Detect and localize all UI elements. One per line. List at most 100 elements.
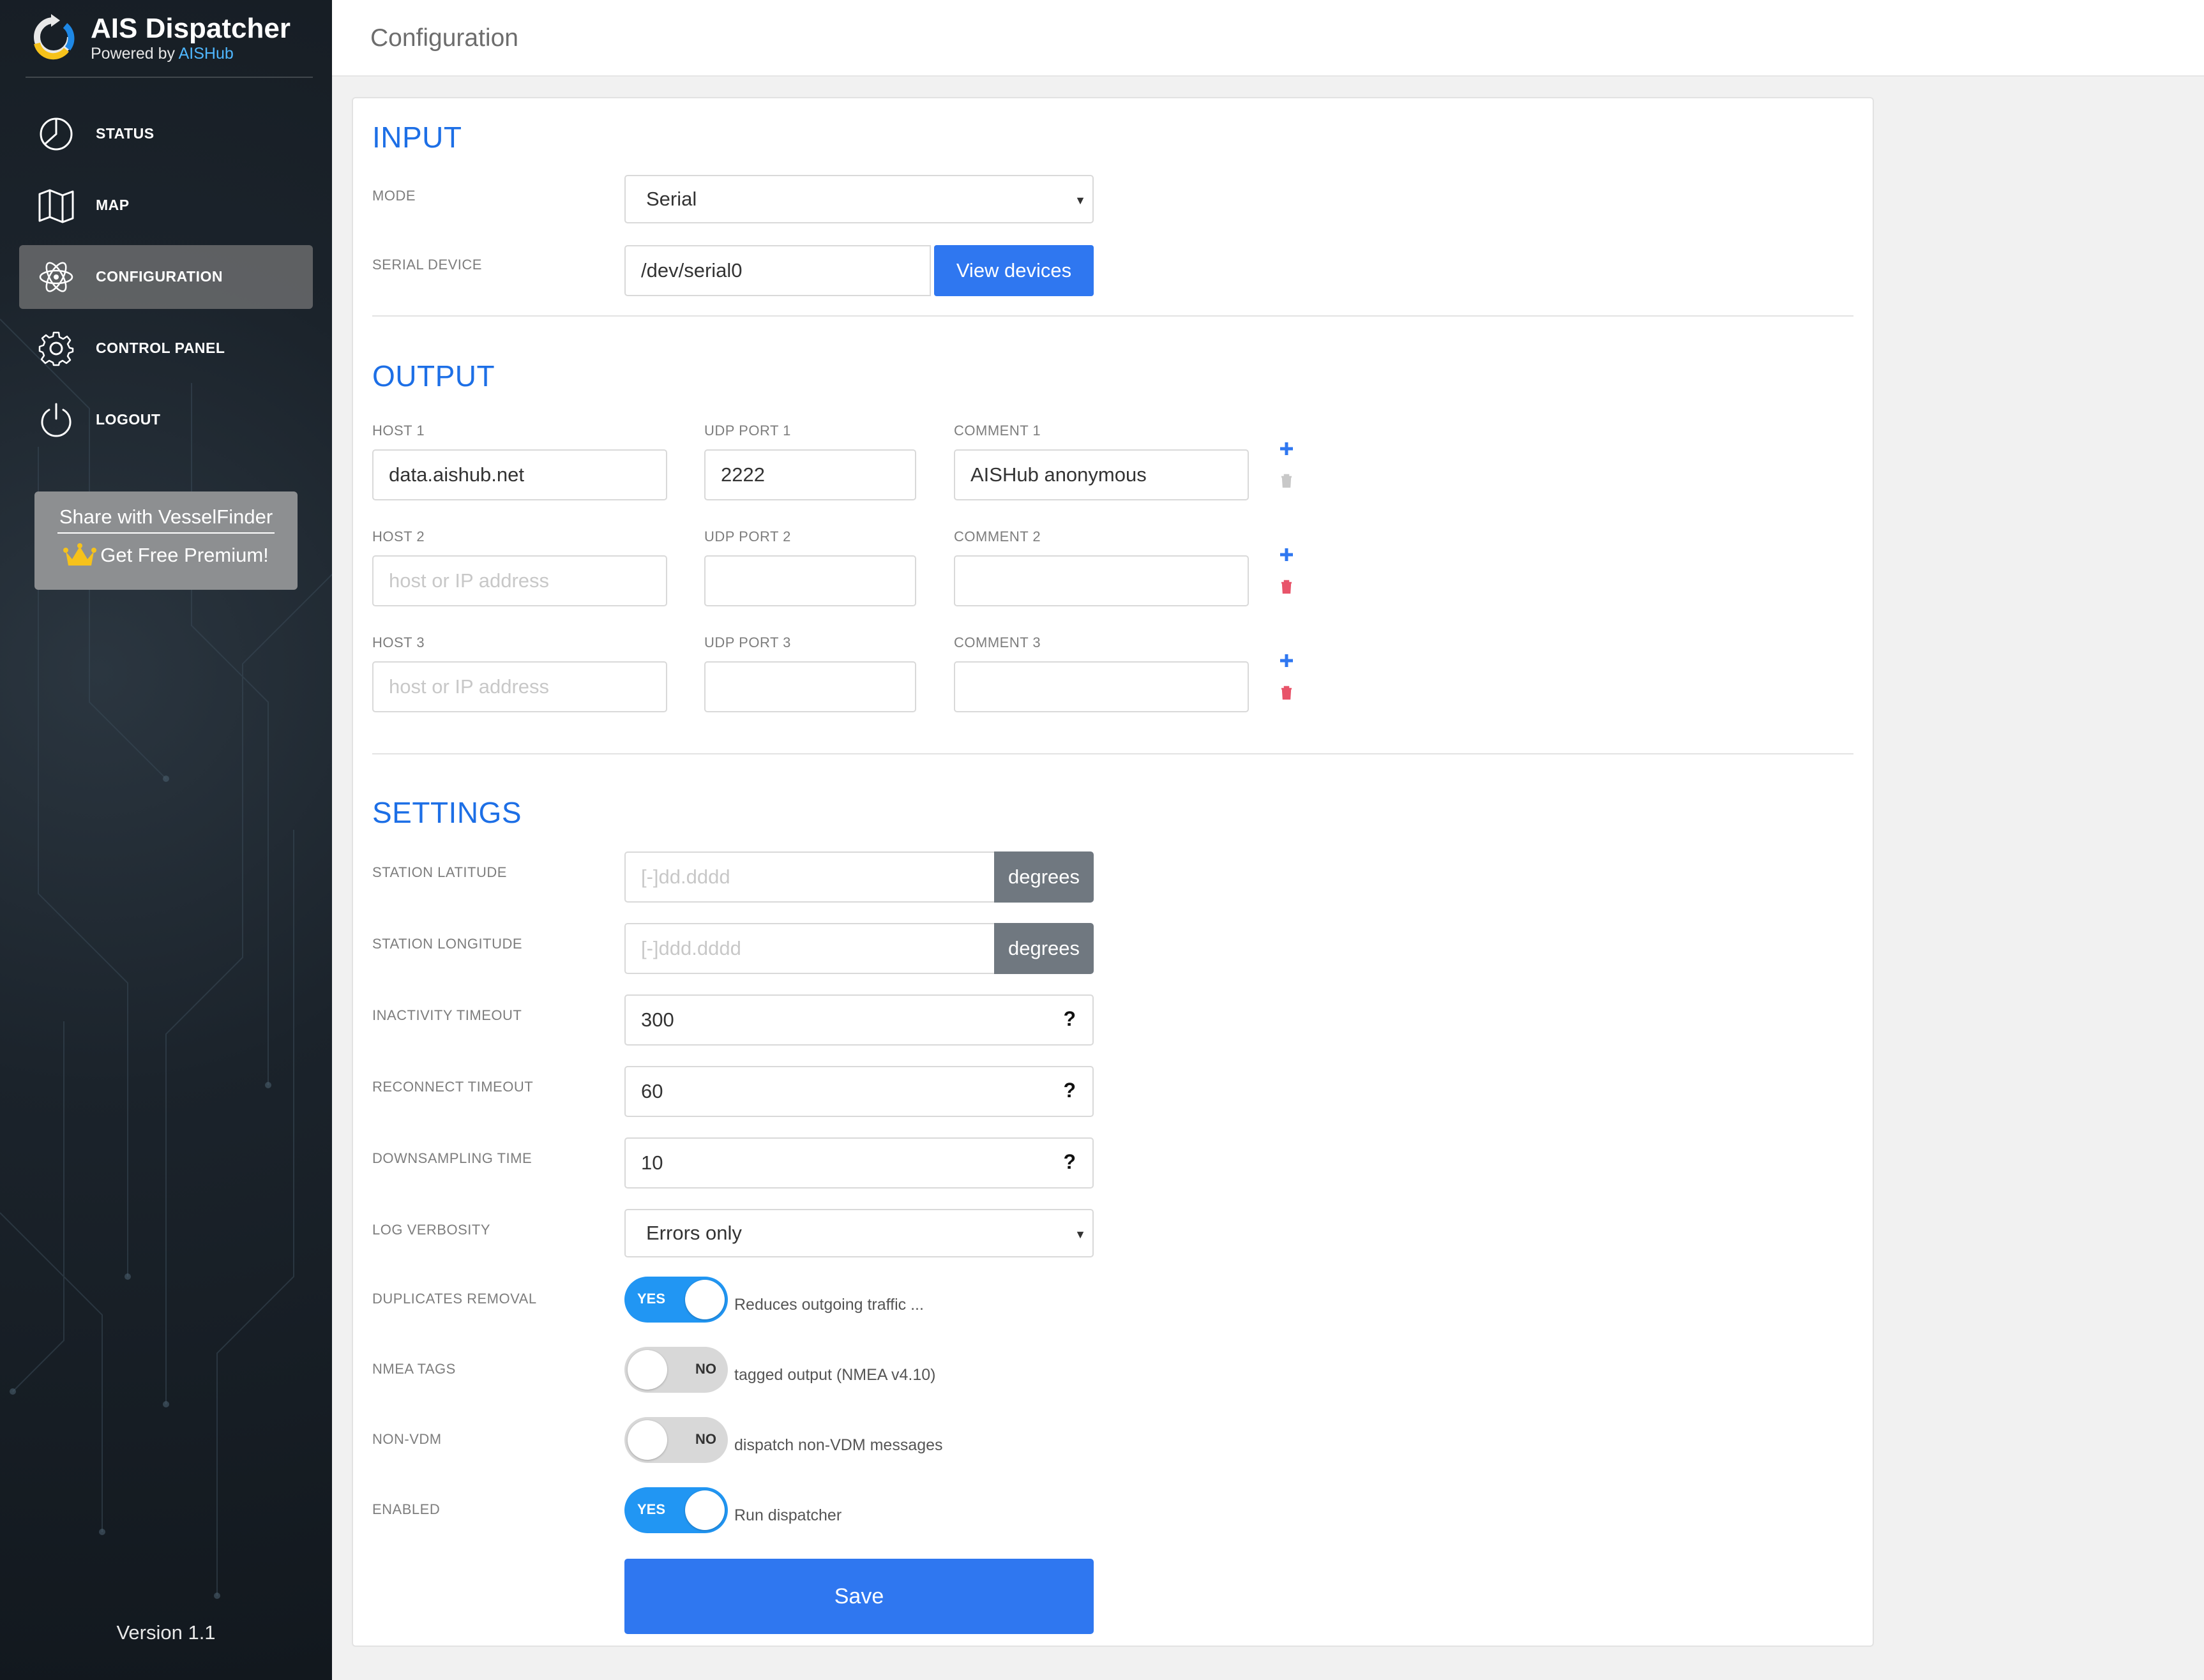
nmea-tags-label: NMEA TAGS <box>372 1361 456 1377</box>
udp-port-3-input[interactable] <box>704 661 916 712</box>
longitude-degrees-addon: degrees <box>994 923 1094 974</box>
udp-port-2-label: UDP PORT 2 <box>704 529 791 544</box>
help-question-icon[interactable]: ? <box>1063 1150 1076 1174</box>
udp-port-1-value: 2222 <box>721 463 765 486</box>
divider <box>372 753 1853 754</box>
inactivity-timeout-label: INACTIVITY TIMEOUT <box>372 1007 522 1023</box>
save-button[interactable]: Save <box>624 1559 1094 1634</box>
serial-device-label: SERIAL DEVICE <box>372 257 482 273</box>
input-section-title: INPUT <box>372 121 462 154</box>
toggle-state: YES <box>637 1291 666 1307</box>
settings-section-title: SETTINGS <box>372 796 522 829</box>
toggle-knob <box>685 1280 725 1319</box>
divider <box>372 315 1853 317</box>
log-verbosity-label: LOG VERBOSITY <box>372 1222 490 1238</box>
inactivity-timeout-input[interactable]: 300 ? <box>624 994 1094 1046</box>
toggle-state: NO <box>695 1361 716 1377</box>
caret-down-icon: ▼ <box>1075 194 1086 207</box>
serial-device-input[interactable]: /dev/serial0 <box>624 245 931 296</box>
delete-output-1-trash-icon[interactable] <box>1280 474 1293 488</box>
enabled-label: ENABLED <box>372 1501 441 1517</box>
delete-output-2-trash-icon[interactable] <box>1280 580 1293 594</box>
comment-2-label: COMMENT 2 <box>954 529 1041 544</box>
comment-3-input[interactable] <box>954 661 1249 712</box>
log-verbosity-value: Errors only <box>646 1222 742 1244</box>
toggle-knob <box>628 1350 667 1390</box>
share-vesselfinder-button[interactable]: Share with VesselFinder Get Free Premium… <box>34 491 298 590</box>
station-longitude-placeholder: [-]ddd.dddd <box>641 937 741 959</box>
udp-port-1-input[interactable]: 2222 <box>704 449 916 500</box>
power-icon <box>41 403 72 437</box>
host-2-input[interactable]: host or IP address <box>372 555 667 606</box>
sidebar: AIS Dispatcher Powered by AISHub STATUS … <box>0 0 332 1680</box>
mode-select[interactable]: Serial ▼ <box>624 175 1094 223</box>
add-output-2-plus-icon[interactable] <box>1278 546 1295 563</box>
non-vdm-toggle[interactable]: NO <box>624 1417 728 1463</box>
sidebar-item-configuration[interactable]: CONFIGURATION <box>19 245 313 309</box>
delete-output-3-trash-icon[interactable] <box>1280 686 1293 700</box>
station-latitude-input[interactable]: [-]dd.dddd <box>624 851 996 903</box>
sidebar-item-map[interactable]: MAP <box>19 174 313 237</box>
host-3-label: HOST 3 <box>372 634 425 650</box>
serial-device-value: /dev/serial0 <box>641 259 743 281</box>
sidebar-item-logout[interactable]: LOGOUT <box>19 388 313 452</box>
top-bar: Configuration <box>332 0 2204 77</box>
aishub-link[interactable]: AISHub <box>179 45 234 63</box>
latitude-degrees-addon: degrees <box>994 851 1094 903</box>
gear-icon <box>38 331 74 366</box>
log-verbosity-select[interactable]: Errors only ▼ <box>624 1209 1094 1257</box>
host-3-placeholder: host or IP address <box>389 675 550 698</box>
atom-icon <box>39 262 73 292</box>
caret-down-icon: ▼ <box>1075 1228 1086 1241</box>
comment-1-label: COMMENT 1 <box>954 423 1041 439</box>
add-output-1-plus-icon[interactable] <box>1278 440 1295 457</box>
comment-3-label: COMMENT 3 <box>954 634 1041 650</box>
host-2-placeholder: host or IP address <box>389 569 550 592</box>
non-vdm-label: NON-VDM <box>372 1431 442 1447</box>
sidebar-item-status[interactable]: STATUS <box>19 102 313 166</box>
duplicates-removal-label: DUPLICATES REMOVAL <box>372 1291 537 1307</box>
reconnect-timeout-value: 60 <box>641 1080 663 1102</box>
toggle-knob <box>628 1420 667 1460</box>
downsampling-time-label: DOWNSAMPLING TIME <box>372 1150 532 1166</box>
brand: AIS Dispatcher Powered by AISHub <box>26 11 313 78</box>
sidebar-item-label: STATUS <box>96 125 155 142</box>
host-1-label: HOST 1 <box>372 423 425 439</box>
comment-1-input[interactable]: AISHub anonymous <box>954 449 1249 500</box>
inactivity-timeout-value: 300 <box>641 1009 674 1031</box>
non-vdm-description: dispatch non-VDM messages <box>734 1436 943 1454</box>
add-output-3-plus-icon[interactable] <box>1278 652 1295 669</box>
share-title: Share with VesselFinder <box>57 506 275 534</box>
station-latitude-label: STATION LATITUDE <box>372 864 507 880</box>
version-label: Version 1.1 <box>116 1621 216 1644</box>
help-question-icon[interactable]: ? <box>1063 1079 1076 1102</box>
host-3-input[interactable]: host or IP address <box>372 661 667 712</box>
comment-2-input[interactable] <box>954 555 1249 606</box>
udp-port-2-input[interactable] <box>704 555 916 606</box>
station-longitude-input[interactable]: [-]ddd.dddd <box>624 923 996 974</box>
help-question-icon[interactable]: ? <box>1063 1007 1076 1031</box>
udp-port-1-label: UDP PORT 1 <box>704 423 791 439</box>
view-devices-button[interactable]: View devices <box>934 245 1094 296</box>
sidebar-item-control-panel[interactable]: CONTROL PANEL <box>19 317 313 380</box>
enabled-toggle[interactable]: YES <box>624 1487 728 1533</box>
duplicates-removal-description: Reduces outgoing traffic ... <box>734 1296 924 1314</box>
reconnect-timeout-input[interactable]: 60 ? <box>624 1066 1094 1117</box>
nmea-tags-toggle[interactable]: NO <box>624 1347 728 1393</box>
sidebar-item-label: CONTROL PANEL <box>96 340 225 356</box>
host-1-value: data.aishub.net <box>389 463 525 486</box>
share-subtitle: Get Free Premium! <box>34 543 298 568</box>
duplicates-removal-toggle[interactable]: YES <box>624 1277 728 1323</box>
app-title: AIS Dispatcher <box>91 13 291 44</box>
station-latitude-placeholder: [-]dd.dddd <box>641 866 730 888</box>
powered-by: Powered by AISHub <box>91 45 234 63</box>
enabled-description: Run dispatcher <box>734 1506 842 1524</box>
udp-port-3-label: UDP PORT 3 <box>704 634 791 650</box>
mode-select-value: Serial <box>646 188 697 210</box>
page-title: Configuration <box>370 24 518 52</box>
map-icon <box>38 189 74 223</box>
host-1-input[interactable]: data.aishub.net <box>372 449 667 500</box>
mode-label: MODE <box>372 188 416 204</box>
crown-icon <box>63 543 97 566</box>
downsampling-time-input[interactable]: 10 ? <box>624 1137 1094 1189</box>
